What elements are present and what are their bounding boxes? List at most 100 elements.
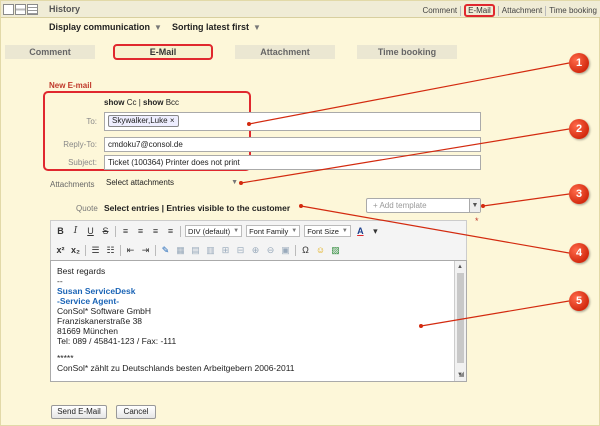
reply-to-label: Reply-To:: [63, 140, 97, 149]
attachments-select[interactable]: Select attachments ▼: [104, 177, 240, 190]
image-icon[interactable]: ▨: [330, 245, 341, 256]
font-size-dropdown[interactable]: Font Size ▼: [304, 225, 351, 237]
recipient-name: Skywalker,Luke: [112, 116, 168, 125]
history-link-comment[interactable]: Comment: [422, 6, 457, 15]
callout-4: 4: [569, 243, 589, 263]
view-single-icon[interactable]: [3, 4, 14, 15]
callout-dot-4: [299, 204, 303, 208]
sorting-dropdown[interactable]: Sorting latest first ▼: [172, 22, 261, 32]
strikethrough-icon[interactable]: S: [100, 226, 111, 237]
chevron-down-icon: ▼: [233, 228, 240, 234]
split-cells-icon[interactable]: ⊟: [235, 245, 246, 256]
email-body-line: Susan ServiceDesk: [57, 286, 136, 296]
show-bcc-link[interactable]: show: [143, 98, 163, 107]
tab-time-booking[interactable]: Time booking: [357, 45, 457, 59]
required-marker: *: [475, 216, 479, 226]
background-color-icon[interactable]: ▾: [370, 226, 381, 237]
history-link-attachment[interactable]: Attachment: [502, 6, 542, 15]
table-row-icon[interactable]: ▤: [190, 245, 201, 256]
composer-tabs: Comment E-Mail Attachment Time booking: [5, 44, 593, 61]
divider: [155, 244, 156, 256]
merge-cells-icon[interactable]: ⊞: [220, 245, 231, 256]
special-character-icon[interactable]: Ω: [300, 245, 311, 256]
align-left-icon[interactable]: ≡: [120, 226, 131, 237]
callout-line-3: [482, 193, 570, 207]
quote-options: Select entries | Entries visible to the …: [104, 203, 291, 213]
tab-email[interactable]: E-Mail: [113, 44, 213, 60]
toolbar-row-2: x² x₂ ☰ ☷ ⇤ ⇥ ✎ ▦ ▤ ▥ ⊞ ⊟ ⊕ ⊖ ▣ Ω ☺ ▨: [55, 242, 341, 258]
delete-row-icon[interactable]: ⊖: [265, 245, 276, 256]
scroll-up-icon[interactable]: ▲: [457, 262, 463, 272]
format-value: DIV (default): [188, 226, 231, 236]
reply-to-field[interactable]: cmdoku7@consol.de: [104, 137, 481, 152]
email-body-line: *****: [57, 353, 74, 363]
view-mode-icons: [3, 4, 38, 15]
show-cc-link[interactable]: show: [104, 98, 124, 107]
bold-icon[interactable]: B: [55, 226, 66, 237]
view-list-icon[interactable]: [27, 4, 38, 15]
italic-icon[interactable]: I: [70, 226, 81, 237]
tab-attachment[interactable]: Attachment: [235, 45, 335, 59]
email-body-line: ConSol* Software GmbH: [57, 306, 152, 316]
table-icon[interactable]: ▦: [175, 245, 186, 256]
tab-comment[interactable]: Comment: [5, 45, 95, 59]
divider: [115, 225, 116, 237]
subject-label: Subject:: [68, 158, 97, 167]
view-split-icon[interactable]: [15, 4, 26, 15]
align-right-icon[interactable]: ≡: [150, 226, 161, 237]
to-field[interactable]: Skywalker,Luke ×: [104, 112, 481, 131]
numbered-list-icon[interactable]: ☷: [105, 245, 116, 256]
chevron-down-icon: ▼: [231, 179, 238, 186]
outdent-icon[interactable]: ⇤: [125, 245, 136, 256]
bcc-label[interactable]: Bcc: [166, 98, 179, 107]
send-email-button[interactable]: Send E-Mail: [51, 405, 107, 419]
align-center-icon[interactable]: ≡: [135, 226, 146, 237]
history-link-email[interactable]: E-Mail: [464, 4, 495, 17]
divider: [460, 5, 462, 16]
email-body-content: Best regards -- Susan ServiceDesk -Service …: [57, 266, 460, 373]
history-link-time-booking[interactable]: Time booking: [549, 6, 597, 15]
indent-icon[interactable]: ⇥: [140, 245, 151, 256]
history-options: Display communication ▼ Sorting latest fi…: [49, 22, 261, 32]
editor-scrollbar[interactable]: ▲ ▼: [454, 261, 466, 381]
table-column-icon[interactable]: ▥: [205, 245, 216, 256]
insert-row-icon[interactable]: ⊕: [250, 245, 261, 256]
font-family-value: Font Family: [249, 226, 289, 236]
align-justify-icon[interactable]: ≡: [165, 226, 176, 237]
callout-dot-3: [481, 204, 485, 208]
show-cc-bcc: show Cc | show Bcc: [104, 98, 180, 107]
recipient-chip[interactable]: Skywalker,Luke ×: [108, 115, 179, 127]
edit-icon[interactable]: ✎: [160, 245, 171, 256]
subject-field[interactable]: Ticket (100364) Printer does not print: [104, 155, 481, 170]
bullet-list-icon[interactable]: ☰: [90, 245, 101, 256]
email-body-line: -Service Agent-: [57, 296, 120, 306]
editor-toolbar: B I U S ≡ ≡ ≡ ≡ DIV (default) ▼ Font Fami…: [50, 220, 467, 260]
superscript-icon[interactable]: x²: [55, 245, 66, 256]
cc-label[interactable]: Cc: [127, 98, 137, 107]
subscript-icon[interactable]: x₂: [70, 245, 81, 256]
callout-3: 3: [569, 184, 589, 204]
page: History Comment E-Mail Attachment Time b…: [0, 0, 600, 426]
font-size-value: Font Size: [307, 226, 339, 236]
cancel-button[interactable]: Cancel: [116, 405, 156, 419]
scroll-thumb[interactable]: [457, 273, 464, 363]
remove-recipient-icon[interactable]: ×: [170, 116, 175, 125]
resize-grip-icon[interactable]: ◢: [459, 370, 464, 380]
select-entries-link[interactable]: Select entries: [104, 203, 159, 213]
cell-properties-icon[interactable]: ▣: [280, 245, 291, 256]
email-body-editor[interactable]: Best regards -- Susan ServiceDesk -Service …: [50, 260, 467, 382]
history-bar: History Comment E-Mail Attachment Time b…: [1, 1, 600, 18]
font-family-dropdown[interactable]: Font Family ▼: [246, 225, 301, 237]
underline-icon[interactable]: U: [85, 226, 96, 237]
display-communication-label: Display communication: [49, 22, 151, 32]
attachments-label: Attachments: [50, 180, 95, 189]
entries-visible-link[interactable]: Entries visible to the customer: [166, 203, 290, 213]
chevron-down-icon: ▼: [341, 228, 348, 234]
divider: [85, 244, 86, 256]
text-color-icon[interactable]: A: [355, 226, 366, 237]
format-dropdown[interactable]: DIV (default) ▼: [185, 225, 243, 237]
emoticon-icon[interactable]: ☺: [315, 245, 326, 256]
chevron-down-icon: ▼: [291, 228, 298, 234]
display-communication-dropdown[interactable]: Display communication ▼: [49, 22, 162, 32]
add-template-select[interactable]: + Add template ▼: [366, 198, 481, 213]
